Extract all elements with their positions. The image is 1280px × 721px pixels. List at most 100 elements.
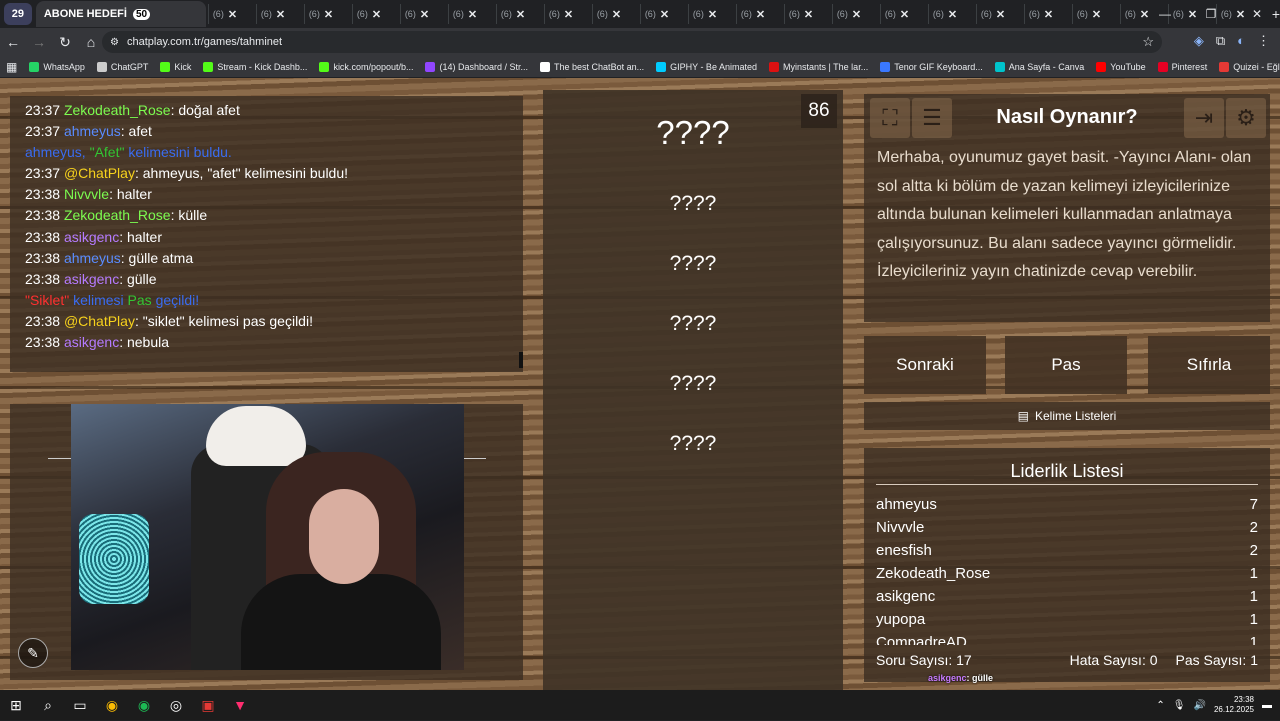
tab[interactable]: (6) ✕ [687,4,736,24]
tab-close-icon[interactable]: ✕ [708,8,717,21]
bookmark-item[interactable]: The best ChatBot an... [534,61,650,72]
tab-close-icon[interactable]: ✕ [324,8,333,21]
bookmark-item[interactable]: (14) Dashboard / Str... [419,61,534,72]
windows-start-icon[interactable]: ⊞ [0,690,32,720]
bookmark-item[interactable]: Ana Sayfa - Canva [989,61,1091,72]
chat-user: @ChatPlay [63,165,135,182]
back-icon[interactable]: ← [0,34,26,50]
reload-icon[interactable]: ↻ [52,34,78,51]
spotify-icon[interactable]: ◉ [128,690,160,720]
forward-icon[interactable]: → [26,34,52,50]
tab[interactable]: (6) ✕ [591,4,640,24]
gear-icon[interactable]: ⚙ [1226,98,1266,138]
word-lists-button[interactable]: ▤ Kelime Listeleri [864,402,1270,430]
tab[interactable]: (6) ✕ [543,4,592,24]
task-view-icon[interactable]: ▭ [64,690,96,720]
bookmark-item[interactable]: Tenor GIF Keyboard... [874,61,989,72]
tab-title: (6) [644,9,656,19]
tab[interactable]: (6) ✕ [831,4,880,24]
menu-icon[interactable]: ⋮ [1257,33,1270,49]
reset-button[interactable]: Sıfırla [1148,336,1270,394]
tab-close-icon[interactable]: ✕ [996,8,1005,21]
tab-close-icon[interactable]: ✕ [804,8,813,21]
tab[interactable]: (6) ✕ [1071,4,1120,24]
tab[interactable]: (6) ✕ [735,4,784,24]
restore-icon[interactable]: ❐ [1188,7,1234,21]
tab-close-icon[interactable]: ✕ [372,8,381,21]
tab-close-icon[interactable]: ✕ [420,8,429,21]
clock[interactable]: 23:38 26.12.2025 [1214,695,1254,715]
tab-close-icon[interactable]: ✕ [516,8,525,21]
bookmark-item[interactable]: Quizei - Eğlenceli ve... [1213,61,1280,72]
tab[interactable]: (6) ✕ [207,4,256,24]
tab-close-icon[interactable]: ✕ [900,8,909,21]
site-info-icon[interactable]: ⚙ [110,37,119,48]
player-score: 2 [1249,519,1258,536]
profile-icon[interactable]: ◐ [1237,33,1245,49]
tab-close-icon[interactable]: ✕ [1044,8,1053,21]
tab-title: (6) [836,9,848,19]
mic-icon[interactable]: 🎙 [1173,700,1186,711]
exit-icon[interactable]: ⇥ [1184,98,1224,138]
player-score: 2 [1249,542,1258,559]
tab-close-icon[interactable]: ✕ [1092,8,1101,21]
puzzle-icon[interactable]: ⧉ [1216,33,1225,49]
fullscreen-icon[interactable]: ⛶ [870,98,910,138]
home-icon[interactable]: ⌂ [78,34,104,50]
obs-icon[interactable]: ◎ [160,690,192,720]
chevron-up-icon[interactable]: ⌃ [1156,700,1164,711]
bookmark-star-icon[interactable]: ☆ [1142,34,1154,50]
tab[interactable]: (6) ✕ [303,4,352,24]
close-icon[interactable]: ✕ [1234,7,1280,21]
bookmark-item[interactable]: WhatsApp [23,61,91,72]
tab-close-icon[interactable]: ✕ [660,8,669,21]
tab[interactable]: (6) ✕ [399,4,448,24]
bookmark-item[interactable]: Myinstants | The lar... [763,61,874,72]
player-score: 7 [1249,496,1258,513]
bookmark-item[interactable]: GIPHY - Be Animated [650,61,763,72]
player-name: enesfish [876,542,932,559]
tab-group-chip[interactable]: 29 [4,3,32,25]
tab[interactable]: (6) ✕ [1023,4,1072,24]
tab[interactable]: (6) ✕ [495,4,544,24]
bookmark-item[interactable]: kick.com/popout/b... [313,61,419,72]
app-icon-pink[interactable]: ▼ [224,690,256,720]
tab[interactable]: (6) ✕ [879,4,928,24]
pass-button[interactable]: Pas [1005,336,1127,394]
tab-close-icon[interactable]: ✕ [564,8,573,21]
extension-icon[interactable]: ◈ [1194,33,1204,49]
next-button[interactable]: Sonraki [864,336,986,394]
tab-close-icon[interactable]: ✕ [468,8,477,21]
tab[interactable]: (6) ✕ [639,4,688,24]
app-icon-red[interactable]: ▣ [192,690,224,720]
notes-icon[interactable]: ☰ [912,98,952,138]
bookmark-item[interactable]: Pinterest [1152,61,1214,72]
apps-icon[interactable]: ▦ [0,60,23,74]
volume-icon[interactable]: 🔊 [1194,700,1206,711]
tab-close-icon[interactable]: ✕ [276,8,285,21]
tab-close-icon[interactable]: ✕ [612,8,621,21]
bookmarks-bar: ▦ WhatsApp ChatGPT Kick Stream - Kick Dashb… [0,56,1280,78]
url-field[interactable]: ⚙ chatplay.com.tr/games/tahminet ☆ [102,31,1162,53]
tab[interactable]: (6) ✕ [927,4,976,24]
tab-close-icon[interactable]: ✕ [948,8,957,21]
tab[interactable]: (6) ✕ [783,4,832,24]
tab-close-icon[interactable]: ✕ [852,8,861,21]
bookmark-item[interactable]: Stream - Kick Dashb... [197,61,313,72]
tab[interactable]: (6) ✕ [351,4,400,24]
tab-active[interactable]: ABONE HEDEFİ 50 [35,1,206,27]
chrome-icon[interactable]: ◉ [96,690,128,720]
minimize-icon[interactable]: — [1142,7,1188,21]
tab-close-icon[interactable]: ✕ [228,8,237,21]
tab[interactable]: (6) ✕ [975,4,1024,24]
tab-close-icon[interactable]: ✕ [756,8,765,21]
tab[interactable]: (6) ✕ [447,4,496,24]
pencil-icon[interactable]: ✎ [18,638,48,668]
notification-icon[interactable]: ▬ [1262,700,1272,711]
tab[interactable]: (6) ✕ [255,4,304,24]
bookmark-item[interactable]: Kick [154,61,197,72]
bookmark-item[interactable]: ChatGPT [91,61,155,72]
chat-scrollbar[interactable] [519,352,523,368]
bookmark-item[interactable]: YouTube [1090,61,1151,72]
search-icon[interactable]: ⌕ [32,690,64,720]
